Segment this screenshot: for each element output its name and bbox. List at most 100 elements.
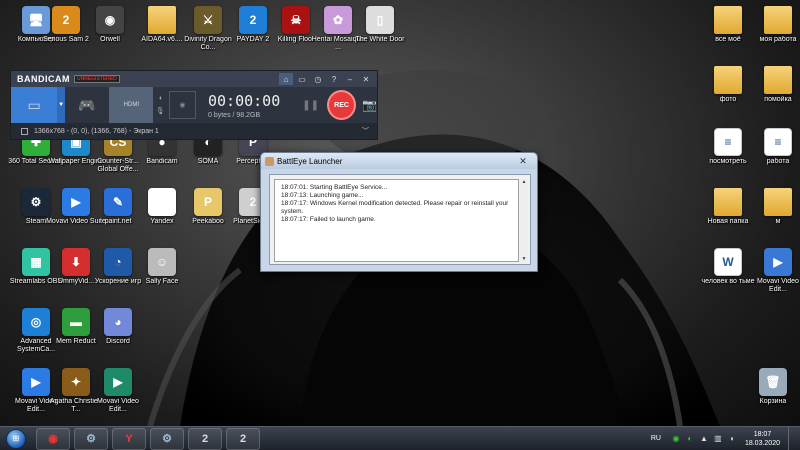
doc-icon: W (714, 248, 742, 276)
taskbar-apps: ◉ ⚙ Y ⚙ 2 2 (32, 427, 260, 450)
home-icon[interactable]: ⌂ (279, 73, 293, 85)
camera-icon[interactable]: 📷 (362, 98, 377, 112)
folder-icon (714, 6, 742, 34)
clock[interactable]: 18:07 18.03.2020 (745, 430, 780, 448)
close-button[interactable]: ✕ (513, 155, 533, 167)
bandicam-logo: BANDICAM (17, 74, 70, 84)
unregistered-badge[interactable]: UNREGISTERED (74, 75, 120, 83)
screen-mode-dropdown[interactable]: ▼ (57, 87, 65, 123)
battleye-titlebar[interactable]: BattlEye Launcher ✕ (261, 153, 537, 169)
desktop-icon[interactable]: фото (700, 66, 756, 118)
windows-logo-icon: ⊞ (6, 428, 26, 449)
device-mode-button[interactable]: HDMI (109, 87, 154, 123)
show-desktop-button[interactable] (788, 426, 796, 450)
desktop-icon[interactable]: м (750, 188, 800, 240)
minimize-button[interactable]: – (343, 73, 357, 85)
speaker-icon[interactable]: ◖ (727, 434, 737, 444)
screen-mode-button[interactable]: ▭ (11, 87, 58, 123)
desktop-icon-label: м (775, 218, 781, 225)
log-scrollbar[interactable]: ▲ ▼ (520, 179, 528, 262)
bandicam-titlebar[interactable]: BANDICAM UNREGISTERED ⌂ ▭ ◷ ? – ✕ (11, 71, 377, 87)
desktop-icon[interactable]: 🗑 Корзина (745, 368, 800, 420)
app-icon: ✦ (62, 368, 90, 396)
timer-value: 00:00:00 (208, 91, 281, 110)
log-line: 18:07:17: Windows Kernel modification de… (281, 200, 509, 215)
game-mode-button[interactable]: 🎮 (65, 87, 109, 123)
pause-icon[interactable]: ❚❚ (302, 100, 319, 111)
tray-app-icon[interactable]: ◉ (671, 434, 681, 444)
app-icon: ▶ (62, 188, 90, 216)
battleye-title: BattlEye Launcher (277, 156, 343, 166)
clock-icon[interactable]: ◷ (311, 73, 325, 85)
app-icon: ▯ (366, 6, 394, 34)
battleye-icon (265, 156, 274, 166)
folder-icon (764, 66, 792, 94)
bandicam-window[interactable]: BANDICAM UNREGISTERED ⌂ ▭ ◷ ? – ✕ ▭ ▼ 🎮 … (10, 70, 378, 140)
folder-icon (714, 66, 742, 94)
desktop-icon[interactable]: ☺ Sally Face (134, 248, 190, 300)
desktop-icon[interactable]: ▯ The White Door (352, 6, 408, 58)
desktop-icon-label: моя работа (759, 36, 797, 43)
rec-button[interactable]: REC (327, 90, 357, 120)
webcam-button[interactable]: ◉ (168, 91, 196, 119)
app-icon: ☠ (282, 6, 310, 34)
app-icon: ☺ (148, 248, 176, 276)
speaker-icon[interactable]: ◖ (158, 95, 162, 102)
doc-icon: ≡ (714, 128, 742, 156)
taskbar-bandicam-icon[interactable]: ◉ (36, 427, 70, 450)
bandicam-statusbar: 1366x768 - (0, 0), (1366, 768) - Экран 1… (11, 123, 377, 139)
close-button[interactable]: ✕ (359, 73, 373, 85)
app-icon: ⚔ (194, 6, 222, 34)
taskbar-yandex-icon[interactable]: Y (112, 427, 146, 450)
taskbar-planetside-2-icon[interactable]: 2 (226, 427, 260, 450)
app-icon: 🗑 (759, 368, 787, 396)
webcam-icon: ◉ (179, 102, 186, 109)
app-icon: 2 (239, 6, 267, 34)
capture-checkbox[interactable] (21, 127, 28, 135)
desktop-icon[interactable]: Новая папка (700, 188, 756, 240)
language-indicator[interactable]: RU (651, 435, 661, 442)
taskbar-steam-2-icon[interactable]: ⚙ (150, 427, 184, 450)
desktop-icon[interactable]: ▶ Movavi Video Edit... (90, 368, 146, 420)
app-icon: ◉ (96, 6, 124, 34)
capture-info: 1366x768 - (0, 0), (1366, 768) - Экран 1 (34, 127, 159, 135)
folder-icon (148, 6, 176, 34)
desktop-icon[interactable]: моя работа (750, 6, 800, 58)
folder-icon (764, 6, 792, 34)
scroll-up-icon[interactable]: ▲ (522, 179, 527, 185)
taskbar-planetside-icon[interactable]: 2 (188, 427, 222, 450)
battleye-launcher-window[interactable]: BattlEye Launcher ✕ 18:07:01: Starting B… (260, 152, 538, 272)
log-line: 18:07:17: Failed to launch game. (281, 216, 376, 223)
desktop-icon-label: Sally Face (145, 278, 179, 285)
desktop-icon-label: Корзина (759, 398, 787, 405)
tray-app-icon[interactable]: ◐ (685, 434, 695, 444)
desktop-icon[interactable]: ▶ Movavi Video Edit... (750, 248, 800, 300)
desktop-icon[interactable]: ◉ Orwell (82, 6, 138, 58)
tray-app-icon[interactable]: ▲ (699, 434, 709, 444)
mic-icon[interactable]: 🎙 (156, 107, 165, 115)
expand-icon[interactable]: ﹀ (362, 126, 377, 136)
start-button[interactable]: ⊞ (0, 427, 32, 450)
audio-controls[interactable]: ◖ 🎙 (153, 95, 166, 115)
scroll-down-icon[interactable]: ▼ (522, 256, 527, 262)
network-icon[interactable]: ▥ (713, 434, 723, 444)
desktop-icon[interactable]: все моё (700, 6, 756, 58)
taskbar-steam-icon[interactable]: ⚙ (74, 427, 108, 450)
desktop-icon[interactable]: ≡ работа (750, 128, 800, 180)
desktop-icon-label: Orwell (100, 36, 120, 43)
desktop-icon-label: Discord (106, 338, 130, 345)
app-icon: ◕ (104, 308, 132, 336)
taskbar: ⊞ ◉ ⚙ Y ⚙ 2 2 RU ◉ ◐ ▲ ▥ ◖ 18:07 18.03.2020 (0, 426, 800, 450)
app-icon: ▦ (22, 248, 50, 276)
desktop-icon[interactable]: ≡ посмотреть (700, 128, 756, 180)
log-textarea[interactable]: 18:07:01: Starting BattlEye Service... 1… (274, 179, 519, 262)
desktop-icon[interactable]: ◕ Discord (90, 308, 146, 360)
folder-icon (714, 188, 742, 216)
help-icon[interactable]: ? (327, 73, 341, 85)
hdmi-icon: HDMI (123, 102, 140, 108)
desktop-icon[interactable]: помойка (750, 66, 800, 118)
app-icon: P (194, 188, 222, 216)
folder-icon[interactable]: ▭ (295, 73, 309, 85)
desktop-icon-label: The White Door (355, 36, 405, 43)
app-icon: ▬ (62, 308, 90, 336)
